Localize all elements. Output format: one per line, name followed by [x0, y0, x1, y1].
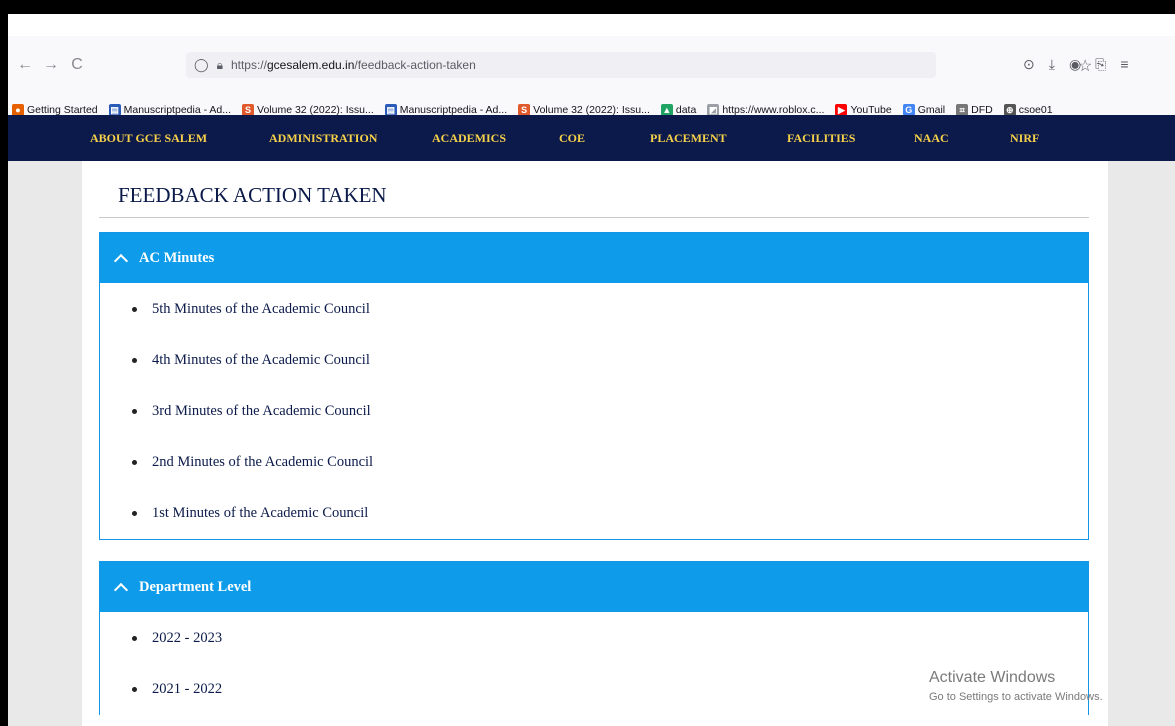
menu-icon[interactable]: ≡ [1120, 56, 1128, 73]
title-strip [8, 14, 1175, 36]
page-body: FEEDBACK ACTION TAKEN AC Minutes 5th Min… [8, 161, 1175, 726]
nav-facilities[interactable]: FACILITIES [787, 131, 855, 146]
list-item[interactable]: 2022 - 2023 [132, 613, 1088, 664]
panel-title: AC Minutes [139, 249, 215, 266]
toolbar-icons: ⊙ ⤓ ◉ ⎘ ≡ [1023, 56, 1129, 73]
chevron-up-icon [113, 253, 129, 268]
nav-academics[interactable]: ACADEMICS [432, 131, 506, 146]
url-text: https://gcesalem.edu.in/feedback-action-… [231, 58, 476, 72]
download-icon[interactable]: ⤓ [1049, 56, 1055, 73]
watermark-title: Activate Windows [929, 669, 1056, 686]
lock-icon[interactable]: 🔒︎ [217, 58, 223, 73]
pocket-icon[interactable]: ⊙ [1023, 56, 1035, 73]
forward-icon[interactable]: → [38, 52, 64, 78]
list-item[interactable]: 4th Minutes of the Academic Council [132, 335, 1088, 386]
back-icon[interactable]: ← [12, 52, 38, 78]
panel-list: 5th Minutes of the Academic Council 4th … [100, 283, 1088, 539]
shield-icon[interactable]: ◯ [194, 57, 209, 73]
browser-window: ← → C ◯ 🔒︎ https://gcesalem.edu.in/feedb… [8, 14, 1175, 726]
nav-administration[interactable]: ADMINISTRATION [269, 131, 377, 146]
site-navigation: ABOUT GCE SALEM ADMINISTRATION ACADEMICS… [8, 115, 1175, 161]
nav-naac[interactable]: NAAC [914, 131, 949, 146]
activate-windows-watermark: Activate Windows Go to Settings to activ… [929, 669, 1103, 703]
list-item[interactable]: 1st Minutes of the Academic Council [132, 488, 1088, 539]
nav-about[interactable]: ABOUT GCE SALEM [90, 131, 207, 146]
content-area: FEEDBACK ACTION TAKEN AC Minutes 5th Min… [82, 161, 1108, 726]
extensions-icon[interactable]: ⎘ [1095, 56, 1106, 73]
panel-header[interactable]: AC Minutes [100, 233, 1088, 283]
nav-nirf[interactable]: NIRF [1010, 131, 1039, 146]
browser-toolbar: ← → C ◯ 🔒︎ https://gcesalem.edu.in/feedb… [8, 50, 1175, 80]
url-prefix: https:// [230, 58, 267, 72]
list-item[interactable]: 5th Minutes of the Academic Council [132, 284, 1088, 335]
account-icon[interactable]: ◉ [1069, 56, 1081, 73]
chevron-up-icon [113, 582, 129, 597]
panel-title: Department Level [139, 578, 252, 595]
panel-ac-minutes: AC Minutes 5th Minutes of the Academic C… [99, 232, 1089, 540]
panel-header[interactable]: Department Level [100, 562, 1088, 612]
url-host: gcesalem.edu.in [266, 58, 355, 72]
nav-placement[interactable]: PLACEMENT [650, 131, 727, 146]
url-path: /feedback-action-taken [354, 58, 476, 72]
nav-coe[interactable]: COE [559, 131, 585, 146]
reload-icon[interactable]: C [64, 52, 90, 78]
page-title: FEEDBACK ACTION TAKEN [118, 183, 387, 207]
url-bar[interactable]: ◯ 🔒︎ https://gcesalem.edu.in/feedback-ac… [186, 52, 1092, 78]
watermark-subtitle: Go to Settings to activate Windows. [929, 691, 1103, 703]
list-item[interactable]: 3rd Minutes of the Academic Council [132, 386, 1088, 437]
list-item[interactable]: 2nd Minutes of the Academic Council [132, 437, 1088, 488]
title-divider [99, 217, 1089, 218]
